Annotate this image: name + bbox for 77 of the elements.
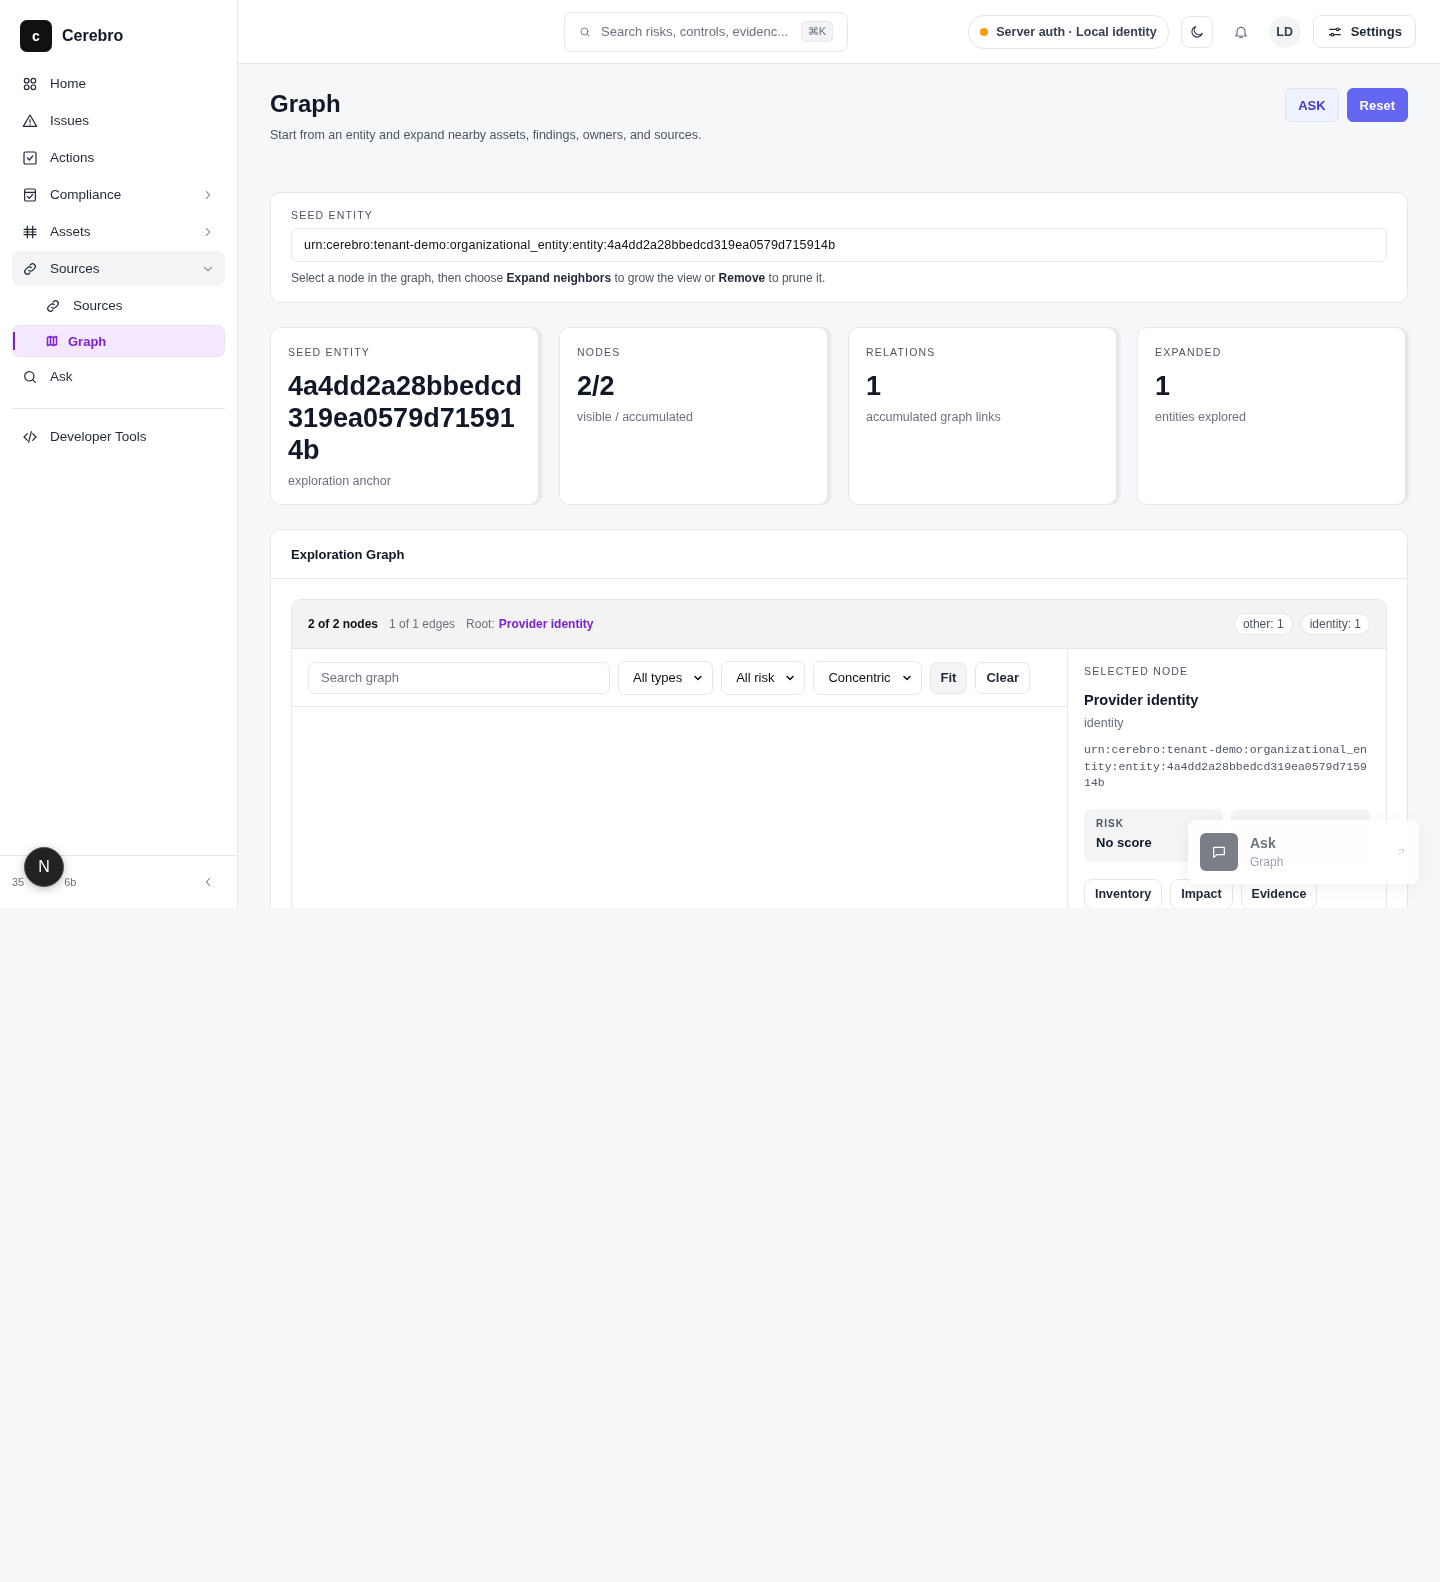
- floating-badge[interactable]: N: [24, 847, 64, 887]
- stat-value: 1: [1155, 370, 1172, 402]
- sidebar-item[interactable]: Sources: [12, 251, 225, 286]
- grid-icon: [22, 75, 38, 92]
- seed-input-field[interactable]: urn:cerebro:tenant-demo:organizational_entity:entity:4a4dd2a28bbedcd319ea0579d715914b: [291, 228, 1387, 262]
- type-chip: other: 1: [1233, 613, 1293, 635]
- metric-label: RISK: [1096, 817, 1125, 829]
- filter-dropdown[interactable]: Concentric: [813, 660, 922, 695]
- stat-value: 4a4dd2a28bbedcd319ea0579d715914b: [288, 370, 523, 466]
- stat-caption: accumulated graph links: [866, 410, 1002, 424]
- sidebar-subitem[interactable]: Sources: [12, 288, 225, 323]
- footer-text: 35: [12, 876, 25, 888]
- node-name: Provider identity: [1084, 692, 1200, 708]
- sidebar-item[interactable]: Compliance: [12, 177, 225, 212]
- stat-label: EXPANDED: [1155, 346, 1223, 358]
- user-avatar[interactable]: LD: [1268, 15, 1301, 48]
- node-action-button[interactable]: Inventory: [1084, 878, 1163, 908]
- map-icon: [46, 335, 58, 347]
- code-icon: [22, 428, 38, 445]
- clear-button[interactable]: Clear: [975, 661, 1030, 694]
- shortcut-hint: ⌘K: [800, 21, 833, 42]
- stat-label: NODES: [577, 346, 622, 358]
- ask-button[interactable]: ASK: [1285, 88, 1339, 122]
- sidebar-item[interactable]: Developer Tools: [12, 419, 225, 454]
- node-urn: urn:cerebro:tenant-demo:organizational_entity:entity:4a4dd2a28bbedcd319ea0579d715914b: [1084, 742, 1368, 791]
- help-text: Select a node in the graph, then choose Expand neighbors to grow the view or Remove to prune it.: [291, 271, 827, 285]
- app-name: Cerebro: [62, 27, 124, 45]
- page-title: Graph: [270, 90, 342, 118]
- sidebar-item[interactable]: Home: [12, 66, 225, 101]
- graph-search-field[interactable]: Search graph: [308, 661, 610, 694]
- filter-dropdown[interactable]: All risk: [721, 660, 806, 695]
- chat-bubble-icon: [1211, 844, 1227, 860]
- root-link[interactable]: Provider identity: [498, 617, 594, 631]
- metric-value: No score: [1096, 834, 1153, 850]
- sidebar-item[interactable]: Issues: [12, 103, 225, 138]
- sidebar-item[interactable]: Assets: [12, 214, 225, 249]
- search-icon: [579, 25, 591, 38]
- hash-grid-icon: [22, 223, 38, 240]
- toast-notification[interactable]: Ask Graph: [1188, 820, 1419, 884]
- toast-title: Ask: [1250, 835, 1277, 851]
- moon-icon: [1188, 23, 1205, 40]
- arrow-up-right-icon: [1395, 846, 1407, 858]
- stat-caption: visible / accumulated: [577, 410, 695, 424]
- type-chip: identity: 1: [1300, 613, 1370, 635]
- field-label: SEED ENTITY: [291, 209, 375, 221]
- footer-text: 6b: [64, 876, 77, 888]
- filter-dropdown[interactable]: All types: [618, 660, 714, 695]
- theme-button[interactable]: [1180, 15, 1213, 48]
- fit-button[interactable]: Fit: [929, 661, 968, 694]
- root-label: Root:: [466, 617, 495, 631]
- sidebar-subitem[interactable]: Graph: [12, 325, 225, 357]
- warning-icon: [22, 112, 38, 129]
- clipboard-check-icon: [22, 186, 38, 203]
- page-subtitle: Start from an entity and expand nearby assets, findings, owners, and sources.: [270, 128, 702, 142]
- stat-caption: entities explored: [1155, 410, 1248, 424]
- reset-button[interactable]: Reset: [1346, 88, 1408, 122]
- search-icon: [22, 368, 38, 385]
- stat-value: 1: [866, 370, 883, 402]
- stat-label: SEED ENTITY: [288, 346, 372, 358]
- toast-subtitle: Graph: [1250, 855, 1284, 869]
- node-type: identity: [1084, 716, 1125, 730]
- link-icon: [45, 297, 61, 314]
- section-label: SELECTED NODE: [1084, 665, 1190, 677]
- stat-caption: exploration anchor: [288, 474, 392, 488]
- edge-count: 1 of 1 edges: [389, 617, 456, 631]
- settings-button[interactable]: Settings: [1312, 15, 1416, 48]
- sidebar-item[interactable]: Actions: [12, 140, 225, 175]
- panel-title: Exploration Graph: [271, 530, 1407, 579]
- status-pill: Server auth · Local identity: [968, 14, 1169, 49]
- stat-value: 2/2: [577, 370, 616, 402]
- node-count: 2 of 2 nodes: [308, 617, 378, 631]
- link-icon: [22, 260, 38, 277]
- stat-label: RELATIONS: [866, 346, 937, 358]
- app-logo[interactable]: c: [20, 20, 52, 52]
- search-field[interactable]: Search risks, controls, evidenc... ⌘K: [564, 11, 848, 52]
- checkbox-icon: [22, 149, 38, 166]
- sidebar-item[interactable]: Ask: [12, 359, 225, 394]
